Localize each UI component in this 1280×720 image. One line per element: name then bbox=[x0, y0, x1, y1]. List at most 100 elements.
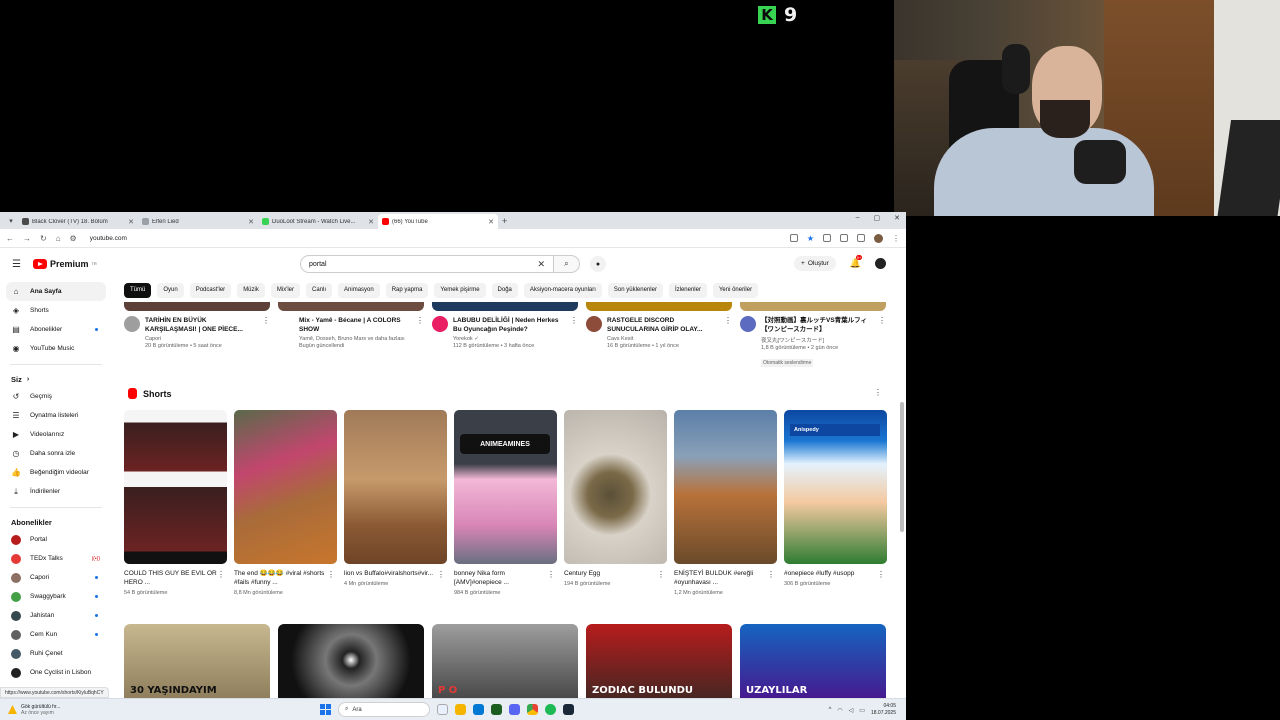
video-thumbnail[interactable]: 30 YAŞINDAYIM bbox=[124, 624, 270, 698]
video-channel[interactable]: Yorekok ✓ bbox=[453, 336, 565, 342]
video-menu-icon[interactable]: ⋮ bbox=[570, 316, 578, 349]
tray-chevron-icon[interactable]: ^ bbox=[829, 707, 832, 713]
video-card[interactable]: RASTGELE DISCORD SUNUCULARINA GİRİP OLAY… bbox=[586, 302, 732, 369]
video-thumbnail[interactable]: UZAYLILAR bbox=[740, 624, 886, 698]
discord-icon[interactable] bbox=[509, 704, 520, 715]
sidebar-you-header[interactable]: Siz › bbox=[6, 371, 106, 387]
sidebar-item[interactable]: Portal bbox=[6, 530, 106, 549]
filter-chip[interactable]: Rap yapma bbox=[385, 282, 429, 298]
tab-close-icon[interactable]: ✕ bbox=[488, 218, 494, 226]
filter-chip[interactable]: Canlı bbox=[306, 282, 333, 298]
browser-tab[interactable]: (66) YouTube ✕ bbox=[378, 214, 498, 229]
sidebar-item[interactable]: Ruhi Çenet bbox=[6, 644, 106, 663]
filter-chip[interactable]: Oyun bbox=[157, 282, 184, 298]
sidebar-item[interactable]: ☰ Oynatma listeleri bbox=[6, 406, 106, 425]
channel-avatar[interactable] bbox=[124, 316, 140, 332]
video-thumbnail[interactable] bbox=[124, 302, 270, 311]
sidebar-item[interactable]: Cem Kun bbox=[6, 625, 106, 644]
sidebar-item[interactable]: ⌂ Ana Sayfa bbox=[6, 282, 106, 301]
short-menu-icon[interactable]: ⋮ bbox=[437, 570, 445, 579]
short-thumbnail[interactable]: ANIMEAMINES bbox=[454, 410, 557, 564]
short-card[interactable]: ENİŞTEYİ BULDUK #ereğli #oyunhavası ... 1… bbox=[674, 410, 777, 596]
tab-close-icon[interactable]: ✕ bbox=[368, 218, 374, 226]
browser-tab[interactable]: Elfen Lied ✕ bbox=[138, 214, 258, 229]
extensions-icon[interactable] bbox=[840, 234, 848, 242]
sidebar-item[interactable]: ↺ Geçmiş bbox=[6, 387, 106, 406]
volume-icon[interactable]: ◁ bbox=[849, 707, 854, 714]
sidebar-item[interactable]: TEDx Talks ((•)) bbox=[6, 549, 106, 568]
short-thumbnail[interactable] bbox=[124, 410, 227, 564]
store-icon[interactable] bbox=[473, 704, 484, 715]
channel-avatar[interactable] bbox=[740, 316, 756, 332]
youtube-premium-logo[interactable]: Premium TR bbox=[32, 259, 97, 269]
sidebar-item[interactable]: ◉ YouTube Music bbox=[6, 339, 106, 358]
tab-close-icon[interactable]: ✕ bbox=[248, 218, 254, 226]
short-title[interactable]: lion vs Buffalo#viralshorts#vir... bbox=[344, 569, 447, 578]
video-card[interactable]: TARİHİN EN BÜYÜK KARŞILAŞMASI! | ONE PİE… bbox=[124, 302, 270, 369]
search-box[interactable]: portal ✕ bbox=[300, 255, 554, 273]
home-icon[interactable]: ⌂ bbox=[56, 234, 61, 243]
channel-avatar[interactable] bbox=[432, 316, 448, 332]
filter-chip[interactable]: Aksiyon-macera oyunları bbox=[523, 282, 602, 298]
video-card[interactable]: 【対照動画】裏ルッチVS青葉ルフィ【ワンピースカード】夜叉丸[ワンピースカード]… bbox=[740, 302, 886, 369]
search-input[interactable]: portal bbox=[309, 261, 537, 268]
short-thumbnail[interactable]: Anispedy bbox=[784, 410, 887, 564]
windows-start-icon[interactable] bbox=[320, 704, 331, 715]
sidebar-item[interactable]: ◈ Shorts bbox=[6, 301, 106, 320]
short-title[interactable]: #onepiece #luffy #usopp bbox=[784, 569, 887, 578]
short-menu-icon[interactable]: ⋮ bbox=[877, 570, 885, 579]
filter-chip[interactable]: Yemek pişirme bbox=[434, 282, 486, 298]
guide-menu-icon[interactable]: ☰ bbox=[12, 259, 21, 270]
filter-chip[interactable]: Animasyon bbox=[338, 282, 380, 298]
back-icon[interactable]: ← bbox=[6, 234, 14, 243]
chrome-icon[interactable] bbox=[527, 704, 538, 715]
video-channel[interactable]: 夜叉丸[ワンピースカード] bbox=[761, 336, 873, 344]
browser-menu-icon[interactable]: ⋮ bbox=[892, 234, 900, 243]
browser-tab[interactable]: Black Clover (TV) 18. Bölüm ✕ bbox=[18, 214, 138, 229]
steam-icon[interactable] bbox=[563, 704, 574, 715]
short-menu-icon[interactable]: ⋮ bbox=[767, 570, 775, 579]
short-thumbnail[interactable] bbox=[344, 410, 447, 564]
filter-chip[interactable]: Son yüklenenler bbox=[607, 282, 663, 298]
url-field[interactable]: youtube.com bbox=[90, 235, 127, 242]
short-card[interactable]: ANIMEAMINES bonney Nika form [AMV]#onepie… bbox=[454, 410, 557, 596]
channel-avatar[interactable] bbox=[586, 316, 602, 332]
video-menu-icon[interactable]: ⋮ bbox=[416, 316, 424, 349]
short-title[interactable]: bonney Nika form [AMV]#onepiece ... bbox=[454, 569, 557, 587]
video-title[interactable]: TARİHİN EN BÜYÜK KARŞILAŞMASI! | ONE PİE… bbox=[145, 316, 257, 334]
channel-avatar[interactable] bbox=[278, 316, 294, 332]
taskbar-search[interactable]: ⌕ Ara bbox=[338, 702, 430, 717]
video-card[interactable]: Mix - Yamê - Bécane | A COLORS SHOW Yamê,… bbox=[278, 302, 424, 369]
video-thumbnail[interactable] bbox=[586, 302, 732, 311]
battery-icon[interactable]: ▭ bbox=[859, 707, 865, 714]
sidebar-item[interactable]: Swaggybark bbox=[6, 587, 106, 606]
minimize-icon[interactable]: – bbox=[856, 214, 860, 222]
site-info-icon[interactable]: ⚙ bbox=[70, 234, 77, 243]
short-menu-icon[interactable]: ⋮ bbox=[327, 570, 335, 579]
sidebar-item[interactable]: ⤓ İndirilenler bbox=[6, 482, 106, 501]
short-title[interactable]: ENİŞTEYİ BULDUK #ereğli #oyunhavası ... bbox=[674, 569, 777, 587]
sidebar-item[interactable]: ◷ Daha sonra izle bbox=[6, 444, 106, 463]
video-title[interactable]: Mix - Yamê - Bécane | A COLORS SHOW bbox=[299, 316, 411, 334]
short-thumbnail[interactable] bbox=[674, 410, 777, 564]
short-card[interactable]: Anispedy #onepiece #luffy #usopp 306 B gör… bbox=[784, 410, 887, 596]
video-title[interactable]: 【対照動画】裏ルッチVS青葉ルフィ【ワンピースカード】 bbox=[761, 316, 873, 334]
create-button[interactable]: + Oluştur bbox=[794, 256, 836, 271]
forward-icon[interactable]: → bbox=[23, 234, 31, 243]
translate-icon[interactable] bbox=[823, 234, 831, 242]
short-card[interactable]: The end 😂😂😂 #viral #shorts #fails #funny… bbox=[234, 410, 337, 596]
wifi-icon[interactable]: ◠ bbox=[837, 707, 842, 714]
short-menu-icon[interactable]: ⋮ bbox=[657, 570, 665, 579]
voice-search-button[interactable]: ● bbox=[590, 256, 606, 272]
short-card[interactable]: Century Egg 194 B görüntüleme ⋮ bbox=[564, 410, 667, 596]
video-channel[interactable]: Capori bbox=[145, 336, 257, 342]
reload-icon[interactable]: ↻ bbox=[40, 234, 47, 243]
video-title[interactable]: LABUBU DELİLİĞİ | Neden Herkes Bu Oyunca… bbox=[453, 316, 565, 334]
filter-chip[interactable]: Tümü bbox=[124, 282, 152, 298]
notifications-button[interactable]: 🔔 9+ bbox=[850, 255, 863, 269]
short-menu-icon[interactable]: ⋮ bbox=[217, 570, 225, 579]
filter-chip[interactable]: Müzik bbox=[237, 282, 265, 298]
maximize-icon[interactable]: ▢ bbox=[874, 214, 881, 222]
video-channel[interactable]: Cavs Kesit bbox=[607, 336, 719, 342]
video-menu-icon[interactable]: ⋮ bbox=[878, 316, 886, 369]
